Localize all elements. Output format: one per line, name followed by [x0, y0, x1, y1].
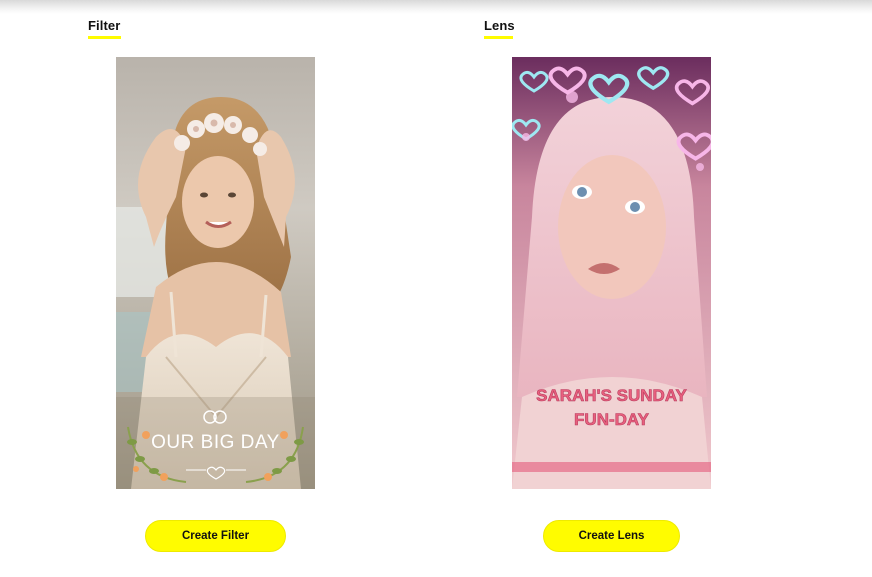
create-lens-button[interactable]: Create Lens [543, 520, 680, 552]
lens-preview-illustration: SARAH'S SUNDAY FUN-DAY [512, 57, 711, 489]
filter-overlay-text: OUR BIG DAY [151, 432, 280, 453]
lens-overlay-line2: FUN-DAY [574, 410, 650, 429]
filter-section-label: Filter [88, 18, 121, 39]
filter-label-text: Filter [88, 18, 121, 33]
lens-label-underline [484, 36, 513, 39]
lens-label-text: Lens [484, 18, 515, 33]
lens-section-label: Lens [484, 18, 515, 39]
lens-preview-image: SARAH'S SUNDAY FUN-DAY [512, 57, 711, 489]
page: Filter OUR BIG DAY Create Filter Lens SA… [0, 0, 872, 577]
top-bar [0, 0, 872, 14]
filter-label-underline [88, 36, 121, 39]
filter-preview-illustration: OUR BIG DAY [116, 57, 315, 489]
filter-preview-image: OUR BIG DAY [116, 57, 315, 489]
lens-overlay-line1: SARAH'S SUNDAY [536, 386, 687, 405]
create-filter-button[interactable]: Create Filter [145, 520, 286, 552]
